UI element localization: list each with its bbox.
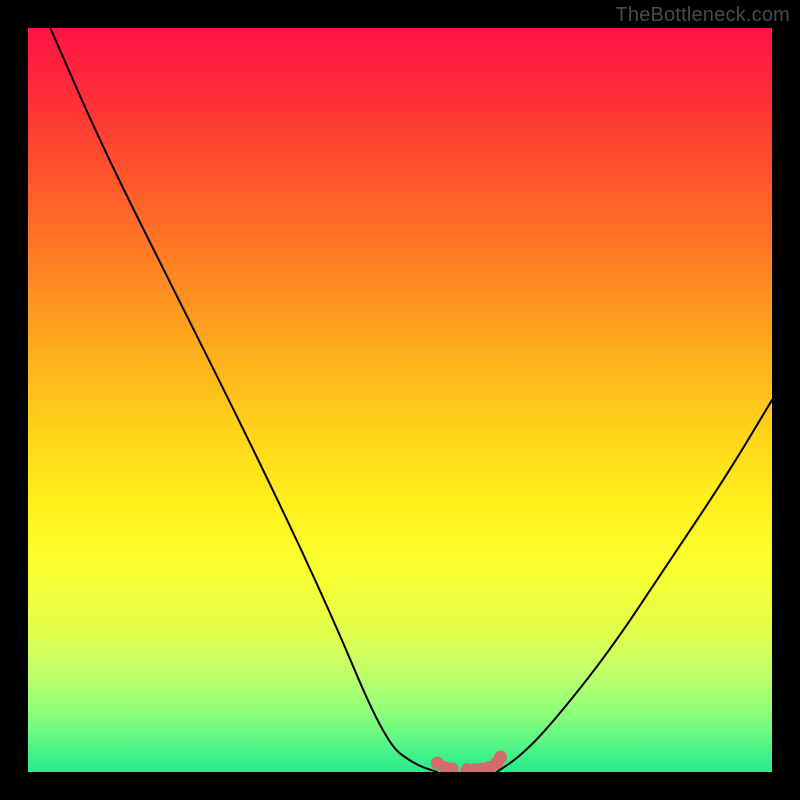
curve-curve-right [497,400,772,772]
plot-area [28,28,772,772]
chart-frame: TheBottleneck.com [0,0,800,800]
chart-svg [28,28,772,772]
watermark-text: TheBottleneck.com [615,4,790,27]
curve-curve-left [50,28,437,772]
data-point [494,751,507,764]
